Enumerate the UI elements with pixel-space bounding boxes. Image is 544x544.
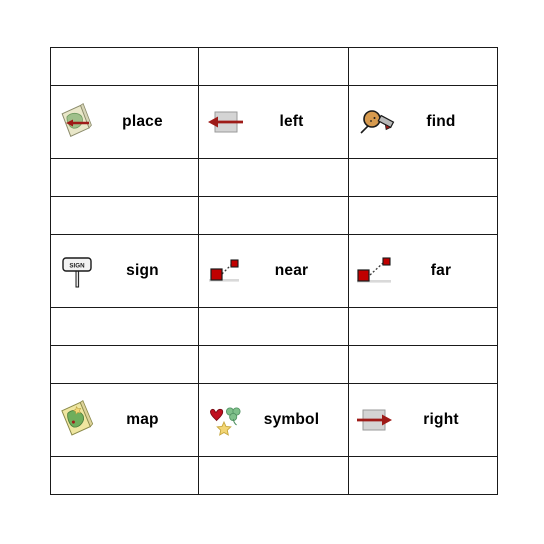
empty-cell[interactable] [198,344,349,384]
card-label: near [274,262,309,280]
empty-cell[interactable] [348,344,498,384]
two-squares-far-icon [355,249,395,293]
empty-cell[interactable] [50,195,199,235]
card-row: place left find [50,84,498,160]
card-cell-left[interactable]: left [198,84,349,160]
bingo-grid: place left find SIGN sign near far map s… [50,47,498,495]
spacer-row [50,307,498,346]
empty-cell[interactable] [50,344,199,384]
spacer-row [50,344,498,384]
empty-cell[interactable] [198,307,349,346]
empty-cell[interactable] [198,195,349,235]
magnifying-glass-icon [355,100,395,144]
card-cell-sign[interactable]: SIGN sign [50,233,199,309]
empty-cell[interactable] [348,158,498,197]
spacer-row [50,158,498,197]
card-label: far [430,262,452,280]
folded-map-icon [57,398,97,442]
empty-cell[interactable] [198,158,349,197]
card-cell-symbol[interactable]: symbol [198,382,349,458]
card-label: right [423,411,459,429]
card-label: sign [126,262,159,280]
empty-cell[interactable] [348,195,498,235]
card-label: place [122,113,163,131]
card-cell-right[interactable]: right [348,382,498,458]
empty-cell[interactable] [50,47,199,86]
left-arrow-icon [205,100,245,144]
bingo-board: place left find SIGN sign near far map s… [50,47,498,495]
card-cell-map[interactable]: map [50,382,199,458]
card-label: left [279,113,304,131]
card-cell-far[interactable]: far [348,233,498,309]
card-label: symbol [263,411,320,429]
empty-cell[interactable] [198,47,349,86]
empty-cell[interactable] [198,456,349,495]
empty-cell[interactable] [50,307,199,346]
card-cell-place[interactable]: place [50,84,199,160]
map-with-left-arrow-icon [57,100,97,144]
card-label: map [126,411,159,429]
spacer-row [50,195,498,235]
empty-cell[interactable] [348,456,498,495]
card-row: SIGN sign near far [50,233,498,309]
empty-cell[interactable] [50,158,199,197]
svg-text:SIGN: SIGN [69,262,85,269]
card-row: map symbol right [50,382,498,458]
spacer-row [50,456,498,495]
empty-cell[interactable] [348,47,498,86]
empty-cell[interactable] [50,456,199,495]
card-label: find [426,113,456,131]
right-arrow-icon [355,398,395,442]
spacer-row [50,47,498,86]
empty-cell[interactable] [348,307,498,346]
two-squares-near-icon [205,249,245,293]
signpost-icon: SIGN [57,249,97,293]
card-cell-near[interactable]: near [198,233,349,309]
heart-clover-star-icon [205,398,245,442]
card-cell-find[interactable]: find [348,84,498,160]
